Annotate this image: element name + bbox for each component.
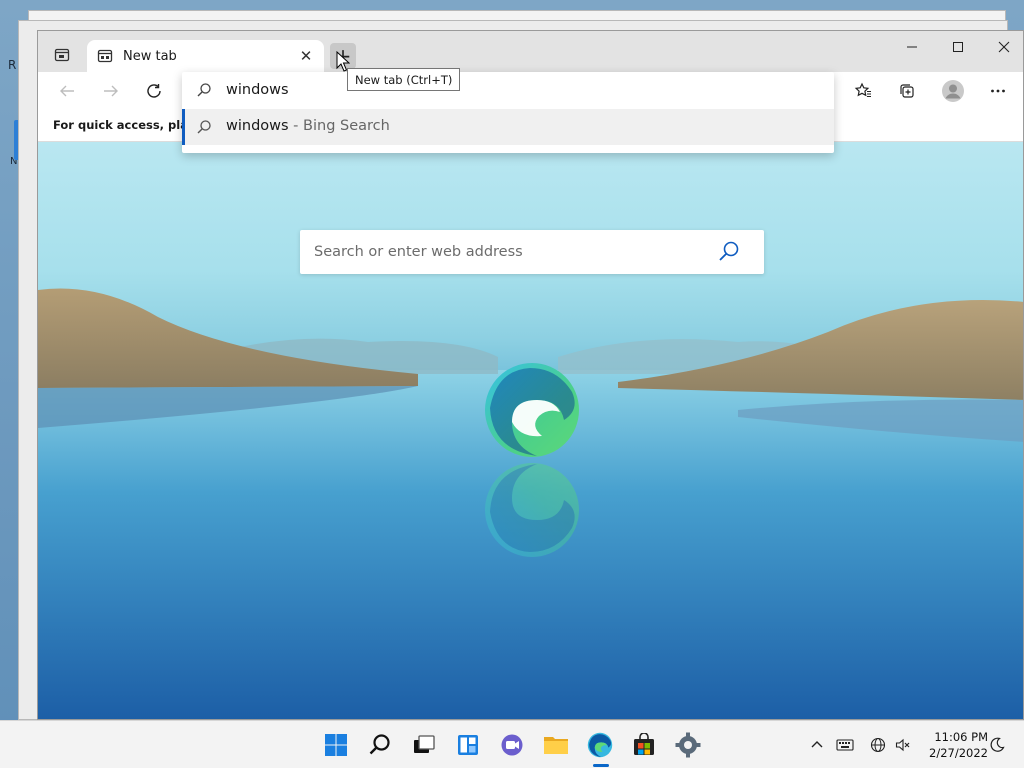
collections-icon: [900, 84, 914, 98]
edge-logo: [485, 363, 579, 457]
maximize-icon: [953, 41, 963, 52]
forward-arrow-icon: [104, 85, 118, 97]
edge-taskbar-button[interactable]: [584, 729, 616, 761]
widgets-icon: [458, 735, 478, 755]
search-icon: [197, 120, 211, 134]
new-tab-tooltip: New tab (Ctrl+T): [347, 68, 461, 91]
input-indicator-button[interactable]: [836, 736, 854, 754]
suggestion-separator: -: [288, 118, 304, 134]
show-hidden-icons-button[interactable]: [808, 736, 826, 754]
avatar-icon: [942, 80, 964, 102]
globe-network-icon: [870, 737, 886, 753]
store-icon: [634, 733, 654, 755]
chevron-up-icon: [811, 741, 823, 748]
tab-actions-button[interactable]: [48, 42, 76, 68]
minimize-button[interactable]: [889, 31, 935, 62]
address-input[interactable]: [226, 78, 806, 102]
keyboard-icon: [836, 739, 854, 751]
page-search-box[interactable]: [300, 230, 764, 274]
settings-taskbar-button[interactable]: [672, 729, 704, 761]
new-tab-page: [38, 142, 1023, 719]
favorites-star-icon: [854, 82, 871, 98]
title-bar: New tab ✕ +: [38, 31, 1023, 72]
windows-start-icon: [325, 734, 347, 756]
favorites-button[interactable]: [848, 76, 878, 106]
profile-button[interactable]: [938, 76, 968, 106]
clock-time: 11:06 PM: [934, 730, 988, 744]
chat-button[interactable]: [496, 729, 528, 761]
forward-button[interactable]: [96, 76, 126, 106]
taskbar-clock[interactable]: 11:06 PM 2/27/2022: [918, 729, 988, 761]
start-button[interactable]: [320, 729, 352, 761]
page-search-button[interactable]: [716, 239, 742, 265]
file-explorer-icon: [544, 737, 568, 754]
taskbar: 11:06 PM 2/27/2022: [0, 720, 1024, 768]
desktop-icon-label-fragment: R: [8, 58, 17, 72]
settings-and-more-button[interactable]: [983, 76, 1013, 106]
focus-assist-button[interactable]: [988, 736, 1006, 754]
address-bar[interactable]: [182, 72, 834, 108]
tab-new-tab[interactable]: New tab ✕: [87, 40, 324, 72]
maximize-button[interactable]: [935, 31, 981, 62]
suggestion-engine: Bing Search: [303, 118, 390, 134]
new-tab-page-icon: [97, 49, 113, 63]
gear-icon: [675, 732, 701, 758]
volume-button[interactable]: [894, 736, 912, 754]
moon-icon: [990, 737, 1005, 752]
tab-actions-icon: [54, 48, 70, 62]
refresh-button[interactable]: [139, 76, 169, 106]
close-tab-icon[interactable]: ✕: [298, 47, 314, 65]
mouse-cursor-icon: [336, 51, 350, 72]
close-window-button[interactable]: [981, 31, 1023, 62]
search-icon: [197, 83, 211, 97]
collections-button[interactable]: [892, 76, 922, 106]
minimize-icon: [907, 46, 917, 47]
back-arrow-icon: [60, 85, 74, 97]
favorites-bar-hint: For quick access, place y: [53, 118, 183, 132]
active-app-indicator: [593, 764, 609, 767]
search-icon: [719, 241, 739, 261]
refresh-icon: [147, 84, 161, 98]
suggestion-text: windows - Bing Search: [226, 118, 390, 134]
search-icon: [369, 734, 390, 755]
back-button[interactable]: [52, 76, 82, 106]
tab-label: New tab: [123, 48, 177, 64]
task-view-button[interactable]: [408, 729, 440, 761]
file-explorer-button[interactable]: [540, 729, 572, 761]
volume-muted-icon: [895, 738, 910, 752]
search-suggestion-item[interactable]: windows - Bing Search: [182, 109, 834, 145]
page-search-input[interactable]: [314, 239, 704, 265]
taskbar-search-button[interactable]: [364, 729, 396, 761]
suggestion-query: windows: [226, 118, 289, 134]
task-view-icon: [414, 735, 435, 753]
address-bar-dropdown: windows - Bing Search: [182, 72, 834, 153]
widgets-button[interactable]: [452, 729, 484, 761]
close-icon: [998, 41, 1010, 52]
more-options-icon: [991, 89, 1005, 93]
chat-icon: [501, 734, 523, 756]
edge-icon: [587, 732, 613, 758]
store-button[interactable]: [628, 729, 660, 761]
clock-date: 2/27/2022: [929, 746, 988, 760]
edge-logo-reflection: [485, 463, 579, 557]
network-button[interactable]: [869, 736, 887, 754]
